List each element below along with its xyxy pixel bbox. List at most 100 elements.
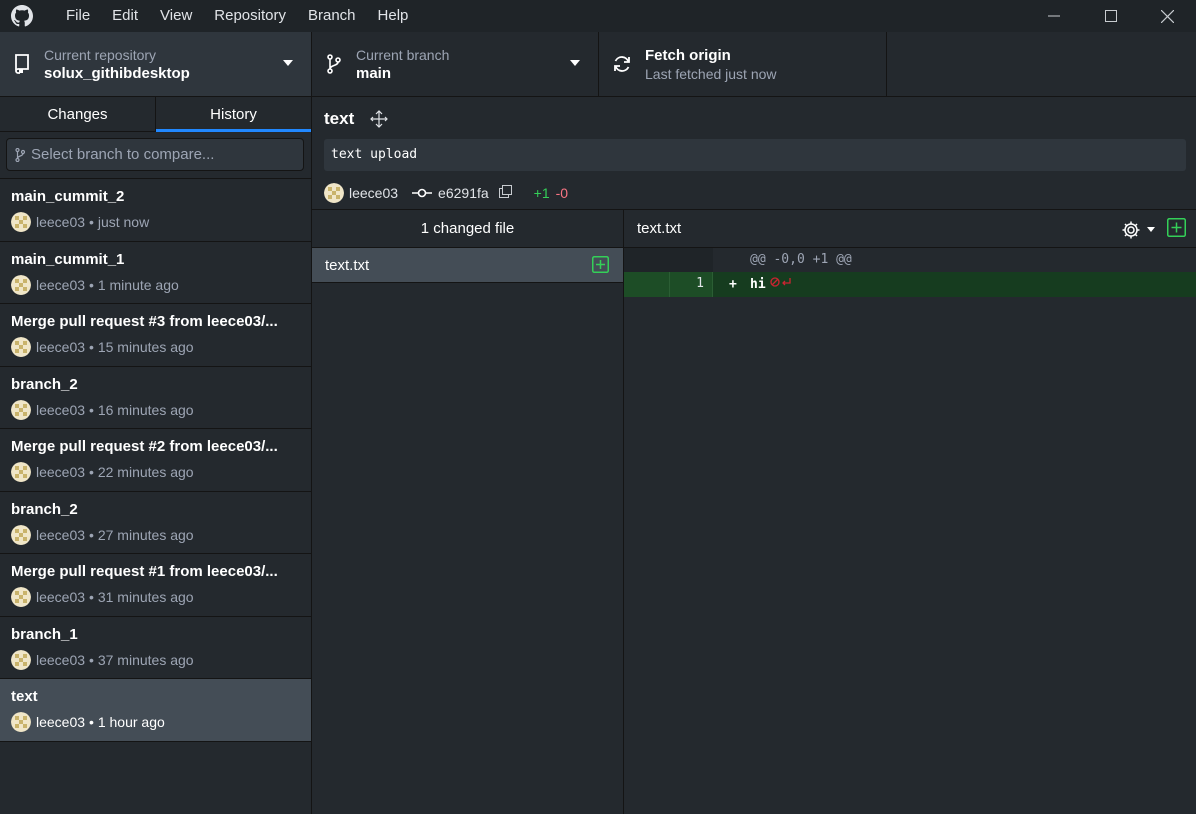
line-content: hi xyxy=(750,277,766,292)
expand-icon[interactable] xyxy=(370,110,388,133)
menu-file[interactable]: File xyxy=(55,0,101,32)
github-logo-icon xyxy=(11,5,33,27)
hunk-text: @@ -0,0 +1 @@ xyxy=(750,252,852,267)
line-number: 1 xyxy=(669,272,713,297)
maximize-icon xyxy=(1104,10,1117,22)
maximize-button[interactable] xyxy=(1082,0,1139,32)
diff-pane: text.txt @@ -0,0 +1 @@ 1 + hi xyxy=(624,210,1196,814)
diff-file-name: text.txt xyxy=(637,220,682,237)
menu-branch[interactable]: Branch xyxy=(297,0,367,32)
compare-placeholder: Select branch to compare... xyxy=(31,146,215,163)
commit-item-title: Merge pull request #1 from leece03/... xyxy=(11,563,278,580)
commit-item-author: leece03 xyxy=(36,526,86,543)
avatar xyxy=(11,462,31,482)
diff-settings-button[interactable] xyxy=(1121,220,1155,240)
diff-header: text.txt xyxy=(624,210,1196,248)
commit-list-item[interactable]: Merge pull request #3 from leece03/... le… xyxy=(0,304,311,367)
commit-list-item[interactable]: branch_2 leece03 • 27 minutes ago xyxy=(0,492,311,554)
fetch-status: Last fetched just now xyxy=(645,65,777,82)
repo-label: Current repository xyxy=(44,46,157,63)
diff-added-line[interactable]: 1 + hi xyxy=(624,272,1196,297)
menu-repository[interactable]: Repository xyxy=(203,0,297,32)
commit-item-title: main_cummit_2 xyxy=(11,188,125,205)
title-bar: File Edit View Repository Branch Help xyxy=(0,0,1196,32)
avatar xyxy=(11,274,31,295)
branch-icon xyxy=(15,147,25,162)
commit-sha-group: e6291fa xyxy=(412,185,512,201)
commit-list: main_cummit_2 leece03 • just now main_cummi… xyxy=(0,179,311,742)
avatar xyxy=(11,399,31,420)
commit-item-title: branch_2 xyxy=(11,500,78,518)
commit-summary-header: text text upload leece03 e6291fa +1 -0 xyxy=(312,97,1196,210)
fetch-label: Fetch origin xyxy=(645,46,731,64)
minimize-icon xyxy=(1047,15,1060,17)
commit-item-time: • just now xyxy=(89,214,150,230)
toolbar: Current repository solux_githibdesktop C… xyxy=(0,32,1196,97)
avatar xyxy=(11,712,31,732)
deletions-count: -0 xyxy=(555,185,569,201)
compare-branch-wrap: Select branch to compare... xyxy=(0,132,311,179)
commit-item-title: branch_2 xyxy=(11,375,78,393)
commit-item-time: • 1 minute ago xyxy=(89,276,179,293)
commit-item-author: leece03 xyxy=(36,464,86,480)
commit-item-meta: leece03 • 37 minutes ago xyxy=(11,649,300,670)
commit-item-meta: leece03 • 27 minutes ago xyxy=(11,524,300,545)
branch-name: main xyxy=(356,64,392,82)
additions-count: +1 xyxy=(533,185,550,201)
commit-list-item[interactable]: branch_2 leece03 • 16 minutes ago xyxy=(0,367,311,429)
commit-list-item[interactable]: main_cummit_1 leece03 • 1 minute ago xyxy=(0,242,311,304)
avatar xyxy=(11,587,31,607)
close-button[interactable] xyxy=(1139,0,1196,32)
commit-item-meta: leece03 • 22 minutes ago xyxy=(11,462,300,482)
commit-item-meta: leece03 • 1 minute ago xyxy=(11,274,300,295)
menu-view[interactable]: View xyxy=(149,0,203,32)
diff-hunk-header: @@ -0,0 +1 @@ xyxy=(624,248,1196,272)
copy-icon[interactable] xyxy=(498,185,512,201)
menu-help[interactable]: Help xyxy=(367,0,420,32)
repo-name: solux_githibdesktop xyxy=(44,64,190,82)
commit-list-item[interactable]: Merge pull request #2 from leece03/... le… xyxy=(0,429,311,492)
avatar xyxy=(11,524,31,545)
menu-edit[interactable]: Edit xyxy=(101,0,149,32)
sidebar-tabs: Changes History xyxy=(0,97,311,132)
compare-branch-input[interactable]: Select branch to compare... xyxy=(6,138,304,171)
main-panel: text text upload leece03 e6291fa +1 -0 1… xyxy=(312,97,1196,814)
current-repository-button[interactable]: Current repository solux_githibdesktop xyxy=(0,32,312,96)
commit-item-title: Merge pull request #3 from leece03/... xyxy=(11,313,278,330)
commit-item-author: leece03 xyxy=(36,214,86,230)
commit-meta: leece03 e6291fa +1 -0 xyxy=(324,183,568,203)
file-added-icon xyxy=(1167,218,1186,241)
current-branch-button[interactable]: Current branch main xyxy=(312,32,599,96)
commit-author: leece03 xyxy=(349,185,399,201)
changed-files-pane: 1 changed file text.txt xyxy=(312,210,624,814)
commit-icon xyxy=(412,188,433,198)
commit-item-meta: leece03 • 31 minutes ago xyxy=(11,587,300,607)
branch-label: Current branch xyxy=(356,46,450,63)
avatar xyxy=(11,212,31,232)
commit-list-item[interactable]: main_cummit_2 leece03 • just now xyxy=(0,179,311,242)
commit-item-title: text xyxy=(11,688,38,705)
no-newline-icon xyxy=(770,272,792,297)
commit-item-time: • 37 minutes ago xyxy=(89,651,194,668)
commit-item-author: leece03 xyxy=(36,589,86,605)
commit-description: text upload xyxy=(324,139,1186,171)
minimize-button[interactable] xyxy=(1025,0,1082,32)
avatar xyxy=(11,337,31,357)
close-icon xyxy=(1161,9,1174,23)
commit-item-time: • 16 minutes ago xyxy=(89,401,194,418)
file-list-item[interactable]: text.txt xyxy=(312,248,623,283)
commit-item-title: main_cummit_1 xyxy=(11,250,125,268)
commit-sha: e6291fa xyxy=(438,185,489,201)
fetch-origin-button[interactable]: Fetch origin Last fetched just now xyxy=(599,32,887,96)
chevron-down-icon xyxy=(1147,227,1155,232)
tab-history[interactable]: History xyxy=(156,97,311,132)
commit-list-item[interactable]: branch_1 leece03 • 37 minutes ago xyxy=(0,617,311,679)
commit-item-author: leece03 xyxy=(36,651,86,668)
line-marker: + xyxy=(729,277,737,292)
commit-item-author: leece03 xyxy=(36,339,86,355)
tab-changes[interactable]: Changes xyxy=(0,97,156,131)
commit-list-item[interactable]: Merge pull request #1 from leece03/... le… xyxy=(0,554,311,617)
chevron-down-icon xyxy=(283,60,293,66)
gear-icon xyxy=(1122,221,1140,238)
commit-list-item[interactable]: text leece03 • 1 hour ago xyxy=(0,679,311,742)
